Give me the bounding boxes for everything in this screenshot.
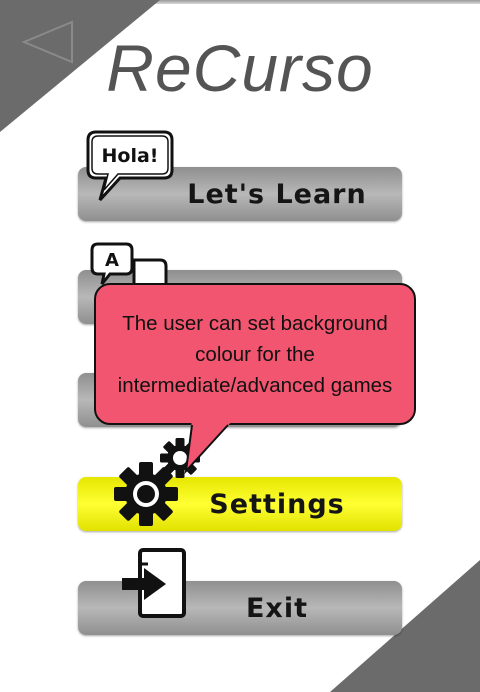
settings-label: Settings bbox=[209, 488, 345, 520]
hola-icon-text: Hola! bbox=[102, 145, 159, 167]
translate-icon-text: A bbox=[105, 250, 119, 271]
app-title: ReCurso bbox=[106, 31, 374, 105]
exit-label: Exit bbox=[245, 592, 309, 624]
tooltip-pointer bbox=[184, 419, 234, 475]
speech-bubble-hola-icon: Hola! bbox=[86, 130, 174, 202]
tooltip-text: The user can set background colour for t… bbox=[117, 311, 393, 397]
tooltip-bubble: The user can set background colour for t… bbox=[94, 283, 416, 425]
exit-door-icon bbox=[122, 548, 186, 618]
lets-learn-label: Let's Learn bbox=[187, 178, 367, 210]
